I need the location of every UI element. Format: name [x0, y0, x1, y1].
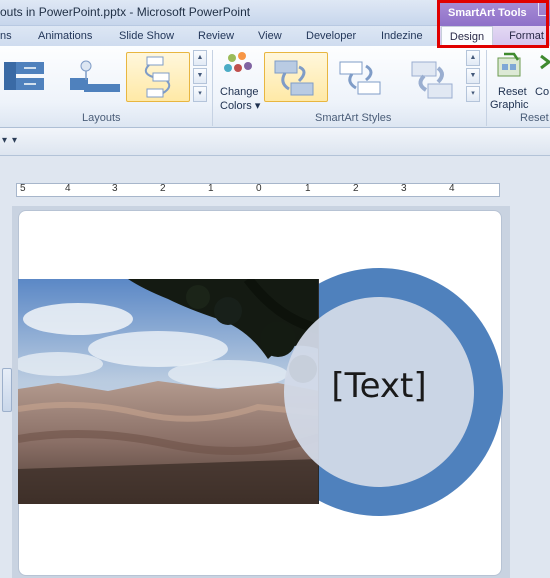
reset-graphic-label-2: Graphic — [490, 99, 529, 111]
smartart-style-icon — [411, 61, 453, 99]
change-colors-label-1: Change — [220, 86, 259, 98]
ruler-label: 1 — [305, 183, 311, 194]
ruler-label: 3 — [112, 183, 118, 194]
qat-dropdown-icon[interactable]: ▾ — [12, 135, 17, 146]
more-icon[interactable]: ▾ — [193, 86, 207, 102]
ruler-label: 4 — [449, 183, 455, 194]
smartart-style-icon — [339, 61, 381, 95]
tab-view[interactable]: View — [258, 30, 282, 42]
quick-access-row: ▾ ▾ — [0, 128, 550, 156]
convert-button[interactable]: Co — [535, 48, 550, 110]
layout-list-icon — [4, 62, 44, 90]
tab-animations[interactable]: Animations — [38, 30, 92, 42]
layout-process-option[interactable] — [62, 52, 126, 102]
ruler-label: 5 — [20, 183, 26, 194]
horizontal-ruler: 5 4 3 2 1 0 1 2 3 4 — [16, 183, 500, 197]
ruler-label: 0 — [256, 183, 262, 194]
ruler-area: 5 4 3 2 1 0 1 2 3 4 — [0, 156, 550, 206]
reset-graphic-button[interactable]: Reset Graphic — [490, 48, 534, 111]
change-colors-button[interactable]: Change Colors ▾ — [216, 48, 262, 112]
tab-review[interactable]: Review — [198, 30, 234, 42]
ribbon: ▲ ▼ ▾ Layouts Change Colors ▾ ▲ ▼ ▾ Smar… — [0, 46, 550, 128]
scroll-up-icon[interactable]: ▲ — [466, 50, 480, 66]
ruler-label: 4 — [65, 183, 71, 194]
tab-indezine[interactable]: Indezine — [381, 30, 423, 42]
change-colors-label-2: Colors ▾ — [220, 100, 261, 112]
layout-list-option[interactable] — [0, 52, 52, 102]
group-separator — [212, 50, 213, 126]
more-icon[interactable]: ▾ — [466, 86, 480, 102]
group-label-reset: Reset — [520, 112, 549, 124]
annotation-highlight-box — [437, 0, 549, 48]
ruler-label: 1 — [208, 183, 214, 194]
tab-developer[interactable]: Developer — [306, 30, 356, 42]
qat-separator-icon: ▾ — [2, 135, 8, 146]
ruler-label: 2 — [353, 183, 359, 194]
layout-cycle-option-selected[interactable] — [126, 52, 190, 102]
group-label-smartart-styles: SmartArt Styles — [315, 112, 392, 124]
scroll-up-icon[interactable]: ▲ — [193, 50, 207, 66]
group-label-layouts: Layouts — [82, 112, 121, 124]
ruler-label: 2 — [160, 183, 166, 194]
convert-label: Co — [535, 86, 550, 98]
smartart-style-1-selected[interactable] — [264, 52, 328, 102]
ruler-label: 3 — [401, 183, 407, 194]
text-pane-toggle-icon[interactable] — [2, 368, 12, 412]
change-colors-icon — [224, 52, 252, 72]
layout-process-icon — [70, 60, 120, 92]
layout-cycle-icon — [144, 56, 171, 98]
window-title: outs in PowerPoint.pptx - Microsoft Powe… — [0, 5, 251, 19]
reset-graphic-icon — [497, 52, 521, 77]
smartart-style-icon — [274, 60, 314, 96]
tab-animations-partial[interactable]: ns — [0, 30, 12, 42]
slide-photo[interactable] — [18, 279, 319, 504]
tab-slide-show[interactable]: Slide Show — [119, 30, 174, 42]
smartart-style-3[interactable] — [400, 52, 464, 102]
smartart-style-2[interactable] — [332, 52, 396, 102]
group-separator — [486, 50, 487, 126]
scroll-down-icon[interactable]: ▼ — [466, 68, 480, 84]
reset-graphic-label-1: Reset — [498, 86, 527, 98]
scroll-down-icon[interactable]: ▼ — [193, 68, 207, 84]
convert-icon — [540, 54, 550, 70]
grand-canyon-photo — [18, 279, 319, 504]
smartart-text-placeholder[interactable]: [Text] — [284, 366, 474, 406]
